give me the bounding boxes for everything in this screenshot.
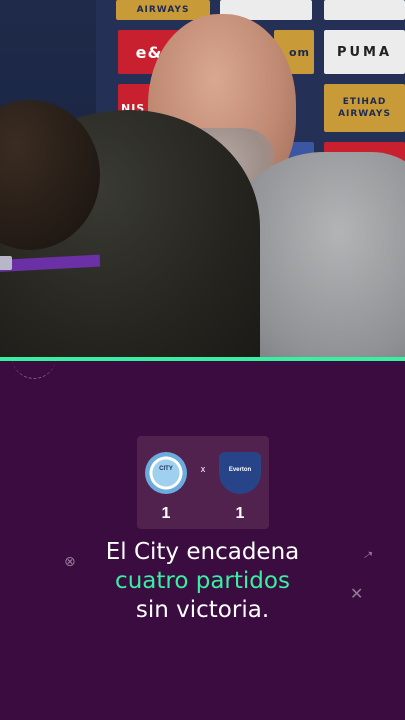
match-separator: x <box>200 464 206 474</box>
everton-crest-icon: Everton <box>219 452 261 494</box>
sponsor-board: ETIHAD AIRWAYS <box>324 84 405 132</box>
headline: El City encadena cuatro partidos sin vic… <box>40 538 365 625</box>
sponsor-board: AIRWAYS <box>116 0 210 20</box>
sponsor-board-blank <box>324 0 405 20</box>
foreground-person-left <box>0 100 260 357</box>
home-score: 1 <box>161 505 171 522</box>
lanyard <box>0 254 101 274</box>
manchester-city-crest-icon: CITY <box>145 452 187 494</box>
video-frame: AIRWAYS e& om PUMA NIS ETIHAD AIRWAYS dh… <box>0 0 405 720</box>
headline-line-2-highlight: cuatro partidos <box>115 568 290 594</box>
press-conference-photo: AIRWAYS e& om PUMA NIS ETIHAD AIRWAYS dh… <box>0 0 405 357</box>
score-card: CITY x Everton 1 1 <box>137 436 269 529</box>
lanyard-clip <box>0 256 12 270</box>
away-crest-label: Everton <box>228 467 252 473</box>
headline-line-1: El City encadena <box>105 539 300 565</box>
home-crest-label: CITY <box>159 466 173 472</box>
headline-line-3: sin victoria. <box>135 597 270 623</box>
foreground-person-head <box>0 100 100 250</box>
ball-doodle-icon: ⊗ <box>64 554 76 570</box>
cross-doodle-icon: ✕ <box>350 584 364 603</box>
sponsor-board: PUMA <box>324 30 405 74</box>
away-score: 1 <box>235 505 245 522</box>
